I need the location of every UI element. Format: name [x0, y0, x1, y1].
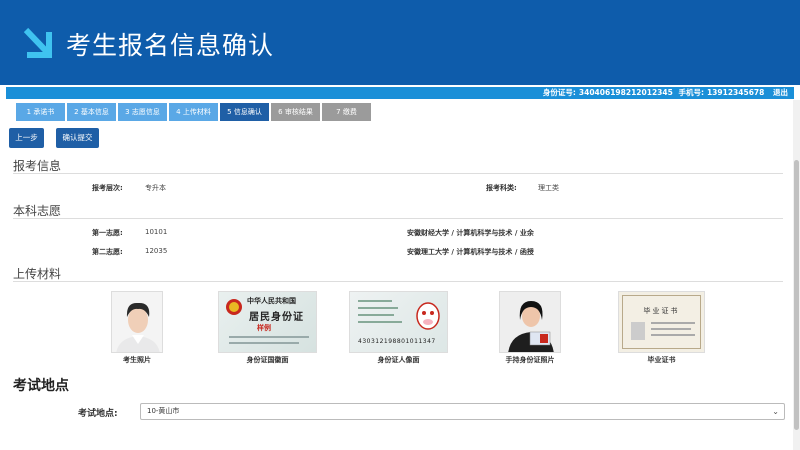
material-id-emblem-side[interactable]: 中华人民共和国 居民身份证 样例 身份证国徽面 — [218, 291, 317, 365]
phone-label: 手机号: — [678, 88, 704, 97]
wish-school: 安徽理工大学 / 计算机科学与技术 / 函授 — [407, 248, 534, 256]
wish-label: 第一志愿: — [92, 229, 123, 237]
id-value: 340406198212012345 — [578, 88, 673, 97]
scrollbar-thumb[interactable] — [794, 160, 799, 430]
material-student-photo[interactable]: 考生照片 — [111, 291, 163, 365]
id-card-title: 居民身份证 — [249, 312, 304, 323]
prev-step-button[interactable]: 上一步 — [9, 128, 44, 148]
id-portrait-side-image: 430312198801011347 — [349, 291, 448, 353]
wish-label: 第二志愿: — [92, 248, 123, 256]
chevron-down-icon: ⌄ — [772, 407, 779, 416]
student-photo-image — [111, 291, 163, 353]
wish-code: 12035 — [145, 247, 168, 255]
divider — [13, 173, 783, 174]
user-info-bar: 身份证号: 340406198212012345 手机号: 13912345678 … — [6, 87, 794, 99]
holding-id-photo-image — [499, 291, 561, 353]
confirm-submit-button[interactable]: 确认提交 — [56, 128, 99, 148]
page-scrollbar[interactable] — [793, 100, 800, 450]
sample-stamp: 样例 — [257, 324, 271, 332]
phone-value: 13912345678 — [706, 88, 765, 97]
wish-school: 安徽财经大学 / 计算机科学与技术 / 业余 — [407, 229, 534, 237]
tab-step-2[interactable]: 2 基本信息 — [67, 103, 116, 121]
page-title: 考生报名信息确认 — [66, 31, 275, 60]
section-title-exam-info: 报考信息 — [13, 159, 62, 173]
wish-code: 10101 — [145, 228, 168, 236]
arrow-down-right-icon — [23, 27, 52, 58]
material-caption: 毕业证书 — [647, 356, 676, 364]
tab-step-7[interactable]: 7 缴费 — [322, 103, 371, 121]
material-id-portrait-side[interactable]: 430312198801011347 身份证人像面 — [349, 291, 448, 365]
exam-site-selected: 10-黄山市 — [147, 407, 180, 415]
tab-step-5[interactable]: 5 信息确认 — [220, 103, 269, 121]
level-label: 报考层次: — [92, 184, 123, 192]
graduation-cert-image: 毕业证书 — [618, 291, 705, 353]
tab-step-6[interactable]: 6 审核结果 — [271, 103, 320, 121]
material-caption: 身份证国徽面 — [246, 356, 289, 364]
section-title-exam-site: 考试地点 — [13, 378, 69, 394]
id-label: 身份证号: — [542, 88, 576, 97]
national-emblem-icon — [226, 299, 242, 315]
exam-site-label: 考试地点: — [78, 409, 118, 419]
step-tabs: 1 承诺书 2 基本信息 3 志愿信息 4 上传材料 5 信息确认 6 审核结果… — [16, 103, 371, 121]
tab-step-1[interactable]: 1 承诺书 — [16, 103, 65, 121]
material-caption: 身份证人像面 — [377, 356, 420, 364]
divider — [13, 281, 783, 282]
exam-site-select[interactable]: 10-黄山市 ⌄ — [140, 403, 785, 420]
tab-step-4[interactable]: 4 上传材料 — [169, 103, 218, 121]
material-caption: 考生照片 — [123, 356, 151, 364]
subject-value: 理工类 — [538, 184, 559, 192]
material-caption: 手持身份证照片 — [505, 356, 555, 364]
material-holding-id-photo[interactable]: 手持身份证照片 — [499, 291, 561, 365]
cow-mascot-icon — [416, 302, 440, 330]
id-emblem-side-image: 中华人民共和国 居民身份证 样例 — [218, 291, 317, 353]
subject-label: 报考科类: — [486, 184, 517, 192]
logout-link[interactable]: 退出 — [773, 88, 788, 97]
tab-step-3[interactable]: 3 志愿信息 — [118, 103, 167, 121]
section-title-materials: 上传材料 — [13, 267, 62, 281]
level-value: 专升本 — [145, 184, 166, 192]
cert-title: 毕业证书 — [643, 307, 680, 315]
material-graduation-cert[interactable]: 毕业证书 毕业证书 — [618, 291, 705, 365]
id-card-header: 中华人民共和国 — [247, 297, 296, 305]
page-banner: 考生报名信息确认 — [0, 0, 800, 85]
id-number: 430312198801011347 — [358, 338, 436, 345]
divider — [13, 218, 783, 219]
section-title-wishes: 本科志愿 — [13, 204, 62, 218]
